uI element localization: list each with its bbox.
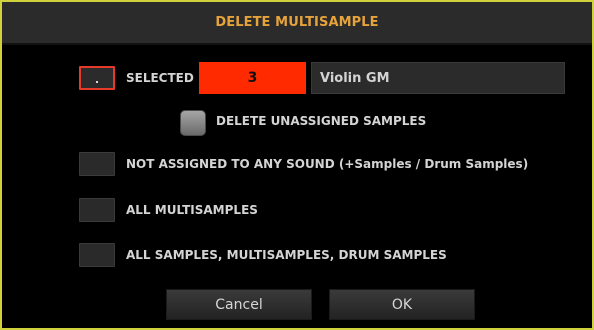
option-checkbox-not-assigned[interactable] (79, 152, 115, 176)
delete-multisample-dialog: DELETE MULTISAMPLE SELECTED 3 Violin GM … (0, 0, 594, 330)
selected-checkbox[interactable] (79, 66, 115, 90)
selected-number-field[interactable]: 3 (199, 62, 306, 94)
option-checkbox-all-multisamples[interactable] (79, 198, 115, 222)
dialog-title: DELETE MULTISAMPLE (215, 15, 379, 30)
selected-label: SELECTED (126, 71, 194, 85)
option-label-all-multisamples: ALL MULTISAMPLES (126, 203, 258, 217)
option-checkbox-all-samples[interactable] (79, 243, 115, 267)
delete-unassigned-toggle[interactable] (180, 110, 206, 136)
checkbox-mark (96, 81, 98, 83)
ok-button[interactable]: OK (329, 289, 475, 320)
delete-unassigned-label: DELETE UNASSIGNED SAMPLES (216, 114, 427, 128)
cancel-button[interactable]: Cancel (166, 289, 312, 320)
option-label-not-assigned: NOT ASSIGNED TO ANY SOUND (+Samples / Dr… (126, 157, 529, 171)
dialog-titlebar: DELETE MULTISAMPLE (2, 2, 592, 45)
option-label-all-samples: ALL SAMPLES, MULTISAMPLES, DRUM SAMPLES (126, 248, 447, 262)
multisample-name-field[interactable]: Violin GM (311, 62, 565, 94)
